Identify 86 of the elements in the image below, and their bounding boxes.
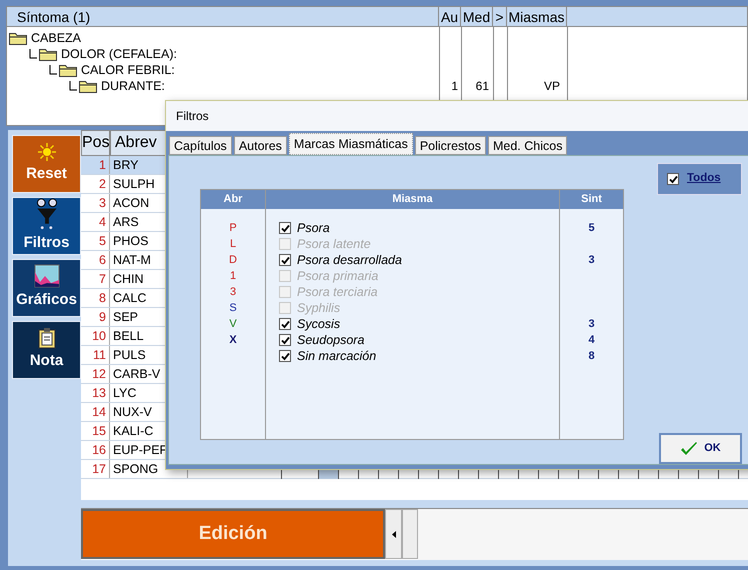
med-cell-text: 61 [474, 78, 489, 95]
position-cell: 11 [81, 346, 110, 364]
tab[interactable]: Autores [234, 136, 287, 155]
sidebar-button[interactable]: Nota [12, 321, 81, 379]
au-cell-text: 1 [450, 78, 458, 95]
position-cell: 3 [81, 194, 110, 212]
checkbox[interactable] [279, 254, 291, 266]
chart-icon [34, 264, 60, 288]
tab[interactable]: Policrestos [414, 136, 486, 155]
miasm-label: Sycosis [297, 316, 340, 333]
miasm-label: Syphilis [297, 300, 340, 317]
tree-connector-icon [29, 49, 37, 59]
miasm-label: Psora terciaria [297, 284, 378, 301]
miasm-abbreviation: V [229, 316, 237, 332]
folder-icon [39, 48, 57, 60]
position-cell: 12 [81, 365, 110, 383]
miasm-abbreviation: 3 [230, 284, 236, 300]
miasm-abbreviation: X [229, 332, 237, 348]
position-cell: 9 [81, 308, 110, 326]
position-cell: 2 [81, 175, 110, 193]
position-cell: 4 [81, 213, 110, 231]
scroll-thumb[interactable] [402, 509, 418, 559]
miasm-abbreviation: P [229, 220, 237, 236]
position-cell: 15 [81, 422, 110, 440]
folder-icon [59, 64, 77, 76]
dialog-title: Filtros [176, 108, 209, 125]
tree-connector-icon [69, 81, 77, 91]
checkbox[interactable] [279, 350, 291, 362]
checkbox[interactable] [279, 334, 291, 346]
position-cell: 16 [81, 441, 110, 459]
sidebar-button[interactable]: Filtros [12, 197, 81, 255]
tree-node[interactable]: DURANTE: [101, 76, 165, 96]
position-cell: 14 [81, 403, 110, 421]
miasm-label: Psora desarrollada [297, 252, 402, 269]
checkbox[interactable] [279, 318, 291, 330]
tree-node[interactable]: CABEZA [31, 28, 82, 48]
left-arrow-icon [392, 530, 396, 538]
tree-connector-icon [49, 65, 57, 75]
column-header[interactable]: Med [461, 7, 493, 26]
ok-button[interactable]: OK [659, 433, 742, 464]
miasm-label: Psora primaria [297, 268, 378, 285]
symptom-count: 5 [588, 220, 595, 236]
miasm-abbreviation: 1 [230, 268, 236, 284]
check-icon [280, 256, 290, 264]
tree-node[interactable]: DOLOR (CEFALEA): [61, 44, 177, 64]
tab[interactable]: Med. Chicos [488, 136, 568, 155]
column-header[interactable]: Au [439, 7, 461, 26]
position-cell: 10 [81, 327, 110, 345]
tab[interactable]: Marcas Miasmáticas [288, 133, 413, 155]
sun-icon [36, 142, 56, 162]
position-cell: 6 [81, 251, 110, 269]
checkbox[interactable] [667, 173, 679, 185]
miasm-label: Psora latente [297, 236, 371, 253]
check-icon [668, 174, 678, 184]
check-icon [280, 224, 290, 232]
position-cell: 5 [81, 232, 110, 250]
miasm-label: Psora [297, 220, 330, 237]
column-header[interactable]: Síntoma (1) [7, 7, 439, 26]
position-cell: 13 [81, 384, 110, 402]
sidebar-button[interactable]: Gráficos [12, 259, 81, 317]
symptom-count: 4 [588, 332, 595, 348]
symptom-count: 3 [588, 252, 595, 268]
column-header[interactable]: > [493, 7, 507, 26]
tree-node[interactable]: CALOR FEBRIL: [81, 60, 175, 80]
all-toggle[interactable]: Todos [657, 163, 742, 195]
clipboard-icon [38, 327, 56, 350]
miasm-label: Sin marcación [297, 348, 376, 365]
sidebar-button[interactable]: Reset [12, 135, 81, 193]
column-header[interactable]: Pos [81, 130, 110, 156]
miasm-abbreviation: D [229, 252, 237, 268]
column-header[interactable]: Miasmas [507, 7, 567, 26]
all-label: Todos [687, 171, 721, 186]
symptom-count: 8 [588, 348, 595, 364]
position-cell: 1 [81, 156, 110, 174]
miasmas-cell-text: VP [542, 78, 560, 95]
folder-icon [9, 32, 27, 44]
checkbox[interactable] [279, 222, 291, 234]
position-cell: 8 [81, 289, 110, 307]
miasm-label: Seudopsora [297, 332, 364, 349]
miasm-abbreviation: S [229, 300, 237, 316]
miasm-abbreviation: L [230, 236, 236, 252]
position-cell: 7 [81, 270, 110, 288]
position-cell: 17 [81, 460, 110, 478]
symptom-count: 3 [588, 316, 595, 332]
tab[interactable]: Capítulos [169, 136, 232, 155]
folder-icon [79, 80, 97, 92]
